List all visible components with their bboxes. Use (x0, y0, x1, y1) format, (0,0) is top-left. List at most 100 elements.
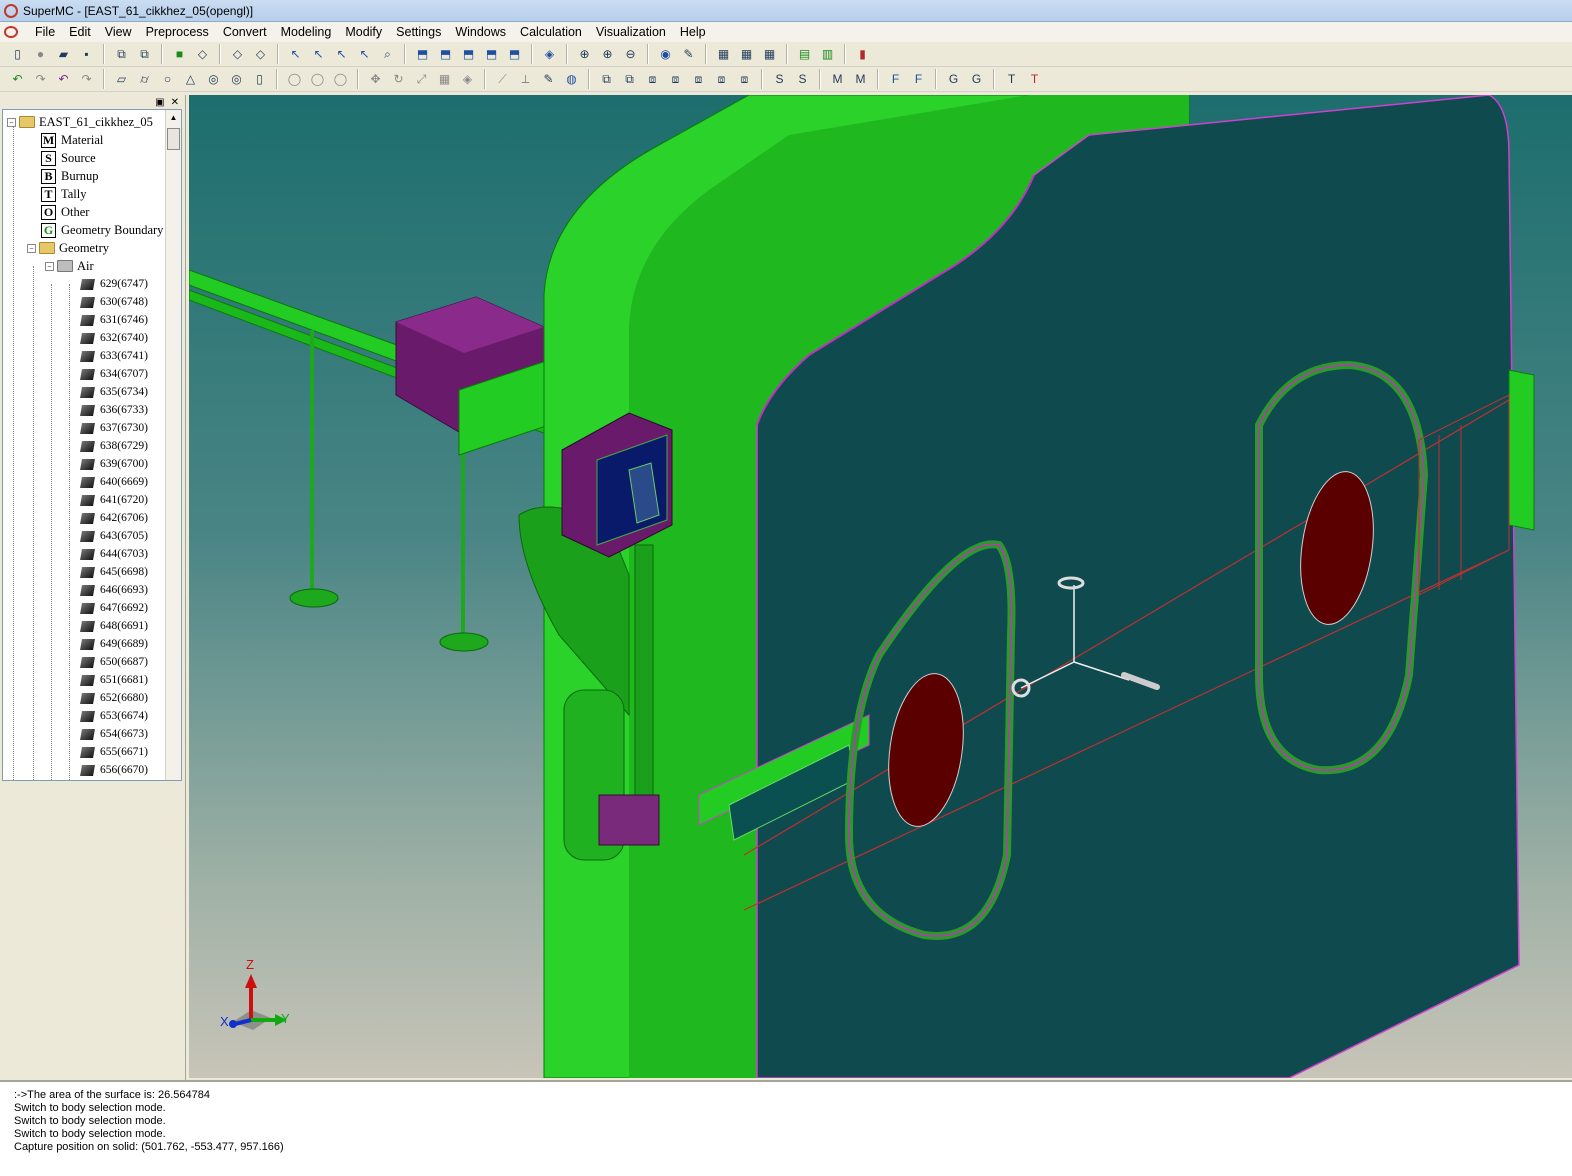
3d-viewport[interactable]: Z X Y (189, 95, 1572, 1078)
menu-convert[interactable]: Convert (216, 22, 274, 42)
menu-settings[interactable]: Settings (389, 22, 448, 42)
redo-all-icon[interactable]: ↷ (77, 69, 97, 89)
grid-edit-icon[interactable]: ▦ (737, 44, 757, 64)
property-f-alt-icon[interactable]: F (909, 69, 929, 89)
menu-help[interactable]: Help (673, 22, 713, 42)
tree-root[interactable]: − EAST_61_cikkhez_05 (7, 113, 153, 131)
combine-icon[interactable]: ⧉ (620, 69, 640, 89)
menu-windows[interactable]: Windows (448, 22, 513, 42)
view-iso-icon[interactable]: ◈ (540, 44, 560, 64)
pick-icon[interactable]: ✎ (679, 44, 699, 64)
wireframe-view-icon[interactable]: ◇ (193, 44, 213, 64)
tally-t-icon[interactable]: T (1002, 69, 1022, 89)
zoom-window-icon[interactable]: ⊕ (598, 44, 618, 64)
save-icon[interactable]: ▪ (77, 44, 97, 64)
capsule-primitive-icon[interactable]: ▯ (250, 69, 270, 89)
union-icon[interactable]: ◯ (285, 69, 305, 89)
view-front-icon[interactable]: ⬒ (413, 44, 433, 64)
intersect-icon[interactable]: ◯ (308, 69, 328, 89)
menu-calculation[interactable]: Calculation (513, 22, 589, 42)
mirror-icon[interactable]: ⟂ (516, 69, 536, 89)
scroll-up-icon[interactable]: ▲ (166, 110, 181, 126)
grid-icon[interactable]: ▦ (714, 44, 734, 64)
menu-edit[interactable]: Edit (62, 22, 98, 42)
tree-cell[interactable]: 637(6730) (80, 419, 148, 437)
tree-cell[interactable]: 650(6687) (80, 653, 148, 671)
tree-item-tally[interactable]: T Tally (41, 185, 87, 203)
view-top-icon[interactable]: ⬒ (505, 44, 525, 64)
undo-icon[interactable]: ↶ (8, 69, 28, 89)
select-box-icon[interactable]: ↖ (355, 44, 375, 64)
select-face-icon[interactable]: ↖ (309, 44, 329, 64)
tree-cell[interactable]: 639(6700) (80, 455, 148, 473)
tree-cell[interactable]: 635(6734) (80, 383, 148, 401)
zoom-icon[interactable]: ⊕ (575, 44, 595, 64)
pattern-icon[interactable]: ◈ (458, 69, 478, 89)
tree-cell[interactable]: 656(6670) (80, 761, 148, 779)
subtract-icon[interactable]: ◯ (331, 69, 351, 89)
menu-preprocess[interactable]: Preprocess (139, 22, 216, 42)
tree-cell[interactable]: 652(6680) (80, 689, 148, 707)
tree-cell[interactable]: 640(6669) (80, 473, 148, 491)
move-icon[interactable]: ✥ (366, 69, 386, 89)
tree-cell[interactable]: 645(6698) (80, 563, 148, 581)
model-render[interactable] (189, 95, 1572, 1078)
zoom-fit-icon[interactable]: ⊖ (621, 44, 641, 64)
close-panel-icon[interactable]: ✕ (171, 97, 179, 108)
void-icon[interactable]: ⧈ (712, 69, 732, 89)
undo-all-icon[interactable]: ↶ (54, 69, 74, 89)
view-left-icon[interactable]: ⬒ (459, 44, 479, 64)
scale-icon[interactable]: ⤢ (412, 69, 432, 89)
find-icon[interactable]: ⌕ (378, 44, 398, 64)
hidden-line-icon[interactable]: ◇ (228, 44, 248, 64)
select-body-icon[interactable]: ↖ (286, 44, 306, 64)
menu-visualization[interactable]: Visualization (589, 22, 673, 42)
geometry-g-icon[interactable]: G (944, 69, 964, 89)
scroll-thumb[interactable] (167, 128, 180, 150)
mesh-icon[interactable]: ▤ (795, 44, 815, 64)
tree-item-geometry-boundary[interactable]: G Geometry Boundary (41, 221, 163, 239)
collapse-icon[interactable]: − (27, 243, 36, 253)
property-f-icon[interactable]: F (886, 69, 906, 89)
record-icon[interactable]: ● (31, 44, 51, 64)
dock-icon[interactable]: ▣ (155, 97, 164, 108)
tree-item-burnup[interactable]: B Burnup (41, 167, 99, 185)
bar-chart-icon[interactable]: ▮ (853, 44, 873, 64)
tree-cell[interactable]: 647(6692) (80, 599, 148, 617)
menu-modeling[interactable]: Modeling (274, 22, 339, 42)
tree-cell[interactable]: 646(6693) (80, 581, 148, 599)
box-view-icon[interactable]: ◇ (251, 44, 271, 64)
material-m-icon[interactable]: M (828, 69, 848, 89)
tree-cell[interactable]: 630(6748) (80, 293, 148, 311)
grid-add-icon[interactable]: ▦ (760, 44, 780, 64)
overlap-icon[interactable]: ⧈ (735, 69, 755, 89)
sphere-primitive-icon[interactable]: ○ (158, 69, 178, 89)
document-icon[interactable] (4, 26, 18, 38)
tree-cell[interactable]: 631(6746) (80, 311, 148, 329)
redo-icon[interactable]: ↷ (31, 69, 51, 89)
cylinder-primitive-icon[interactable]: ⌭ (135, 69, 155, 89)
material-m-alt-icon[interactable]: M (851, 69, 871, 89)
array-icon[interactable]: ▦ (435, 69, 455, 89)
surface-s-icon[interactable]: S (770, 69, 790, 89)
sphere-grid-icon[interactable]: ◍ (562, 69, 582, 89)
menu-view[interactable]: View (98, 22, 139, 42)
mesh-grid-icon[interactable]: ▥ (818, 44, 838, 64)
export-icon[interactable]: ⧉ (135, 44, 155, 64)
tree-scrollbar[interactable]: ▲ (165, 110, 181, 780)
select-edge-icon[interactable]: ↖ (332, 44, 352, 64)
rotate-icon[interactable]: ↻ (389, 69, 409, 89)
box-primitive-icon[interactable]: ▱ (112, 69, 132, 89)
repair-icon[interactable]: ⧈ (666, 69, 686, 89)
tree-cell[interactable]: 653(6674) (80, 707, 148, 725)
tree-cell[interactable]: 651(6681) (80, 671, 148, 689)
tree-cell[interactable]: 648(6691) (80, 617, 148, 635)
tree-cell[interactable]: 654(6673) (80, 725, 148, 743)
tree-cell[interactable]: 634(6707) (80, 365, 148, 383)
menu-file[interactable]: File (28, 22, 62, 42)
ellipsoid-primitive-icon[interactable]: ◎ (227, 69, 247, 89)
tree-cell[interactable]: 636(6733) (80, 401, 148, 419)
tree-cell[interactable]: 633(6741) (80, 347, 148, 365)
tree-cell[interactable]: 638(6729) (80, 437, 148, 455)
tree-cell[interactable]: 641(6720) (80, 491, 148, 509)
